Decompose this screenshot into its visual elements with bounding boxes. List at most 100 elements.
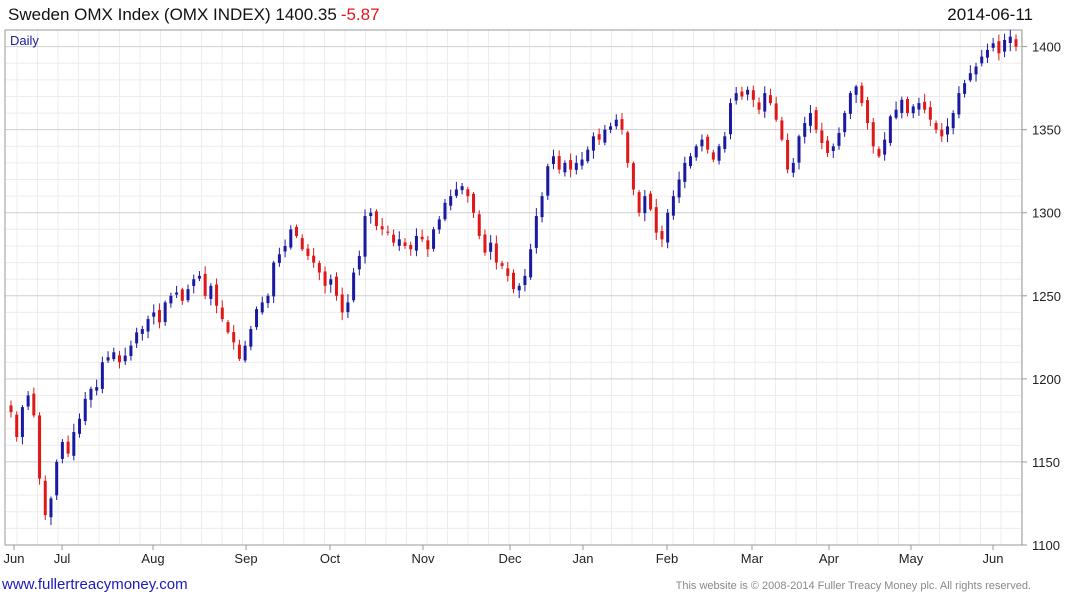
candle-body xyxy=(786,139,790,170)
candle-body xyxy=(529,249,533,278)
candle-body xyxy=(563,162,567,173)
candle-body xyxy=(277,254,281,263)
candle-body xyxy=(820,130,824,143)
candle-body xyxy=(848,93,852,114)
candle-body xyxy=(991,43,995,48)
candle-body xyxy=(894,109,898,118)
candle-body xyxy=(55,461,59,496)
candle-body xyxy=(860,85,864,104)
candle-body xyxy=(586,149,590,162)
candle-body xyxy=(546,166,550,196)
candle-body xyxy=(831,146,835,152)
candle-body xyxy=(746,89,750,95)
candle-body xyxy=(123,355,127,362)
x-tick-label: Jan xyxy=(573,551,594,566)
candle-body xyxy=(808,113,812,126)
candle-body xyxy=(888,116,892,143)
candle-body xyxy=(603,129,607,143)
candle-body xyxy=(780,120,784,140)
candle-body xyxy=(717,146,721,161)
candle-body xyxy=(968,73,972,81)
candle-body xyxy=(209,285,213,299)
candle-body xyxy=(426,240,430,250)
candle-body xyxy=(437,219,441,230)
candle-body xyxy=(643,196,647,214)
candle-body xyxy=(506,268,510,276)
candle-body xyxy=(397,239,401,246)
website-link[interactable]: www.fullertreacymoney.com xyxy=(2,576,188,593)
candle-body xyxy=(472,193,476,213)
y-tick-label: 1400 xyxy=(1032,40,1061,55)
candle-body xyxy=(803,123,807,137)
x-tick-label: Apr xyxy=(819,551,840,566)
x-tick-label: Oct xyxy=(320,551,341,566)
candle-body xyxy=(283,245,287,252)
x-tick-label: Aug xyxy=(141,551,164,566)
candle-body xyxy=(169,295,173,304)
period-label: Daily xyxy=(10,33,39,48)
candle-body xyxy=(660,231,664,240)
candle-body xyxy=(923,101,927,110)
candle-body xyxy=(215,284,219,306)
candle-body xyxy=(494,243,498,263)
candle-body xyxy=(763,93,767,112)
candle-body xyxy=(329,279,333,285)
candle-body xyxy=(843,113,847,133)
candle-body xyxy=(100,362,104,389)
candle-body xyxy=(226,322,230,333)
candle-body xyxy=(963,83,967,94)
candle-body xyxy=(363,216,367,257)
candle-body xyxy=(175,292,179,295)
x-tick-label: Nov xyxy=(411,551,435,566)
copyright-text: This website is © 2008-2014 Fuller Treac… xyxy=(675,580,1031,592)
candle-body xyxy=(432,229,436,249)
candle-body xyxy=(677,179,681,198)
candle-body xyxy=(774,103,778,120)
candle-body xyxy=(631,163,635,190)
candle-body xyxy=(797,136,801,163)
candle-body xyxy=(295,226,299,236)
candle-body xyxy=(728,103,732,135)
candle-body xyxy=(266,295,270,304)
candle-body xyxy=(15,414,19,438)
candle-body xyxy=(135,332,139,344)
candle-body xyxy=(620,119,624,130)
candle-body xyxy=(711,152,715,160)
candle-body xyxy=(449,196,453,206)
candle-body xyxy=(272,262,276,297)
candle-body xyxy=(649,193,653,210)
candle-body xyxy=(232,332,236,343)
candle-body xyxy=(534,216,538,248)
candle-body xyxy=(260,302,264,313)
candle-body xyxy=(112,352,116,360)
x-tick-label: Jun xyxy=(983,551,1004,566)
candle-body xyxy=(203,273,207,296)
candle-body xyxy=(66,441,70,454)
candle-body xyxy=(95,387,99,391)
candle-body xyxy=(723,136,727,149)
candle-body xyxy=(957,93,961,115)
candle-body xyxy=(609,126,613,130)
candle-body xyxy=(871,122,875,147)
candle-body xyxy=(768,95,772,104)
x-tick-label: Feb xyxy=(656,551,678,566)
candle-body xyxy=(1014,39,1018,47)
candle-body xyxy=(900,99,904,113)
candle-body xyxy=(940,129,944,137)
candle-body xyxy=(237,344,241,359)
candle-body xyxy=(392,234,396,243)
candle-body xyxy=(974,66,978,75)
candle-body xyxy=(89,388,93,400)
candle-body xyxy=(255,309,259,328)
candle-body xyxy=(917,103,921,110)
candle-body xyxy=(791,162,795,173)
candle-body xyxy=(694,146,698,158)
candle-body xyxy=(626,132,630,163)
candle-body xyxy=(683,162,687,182)
candle-body xyxy=(352,272,356,301)
y-tick-label: 1100 xyxy=(1032,538,1060,553)
candle-body xyxy=(32,393,36,416)
y-tick-label: 1150 xyxy=(1032,455,1060,470)
candle-body xyxy=(386,231,390,233)
candle-body xyxy=(117,355,121,363)
